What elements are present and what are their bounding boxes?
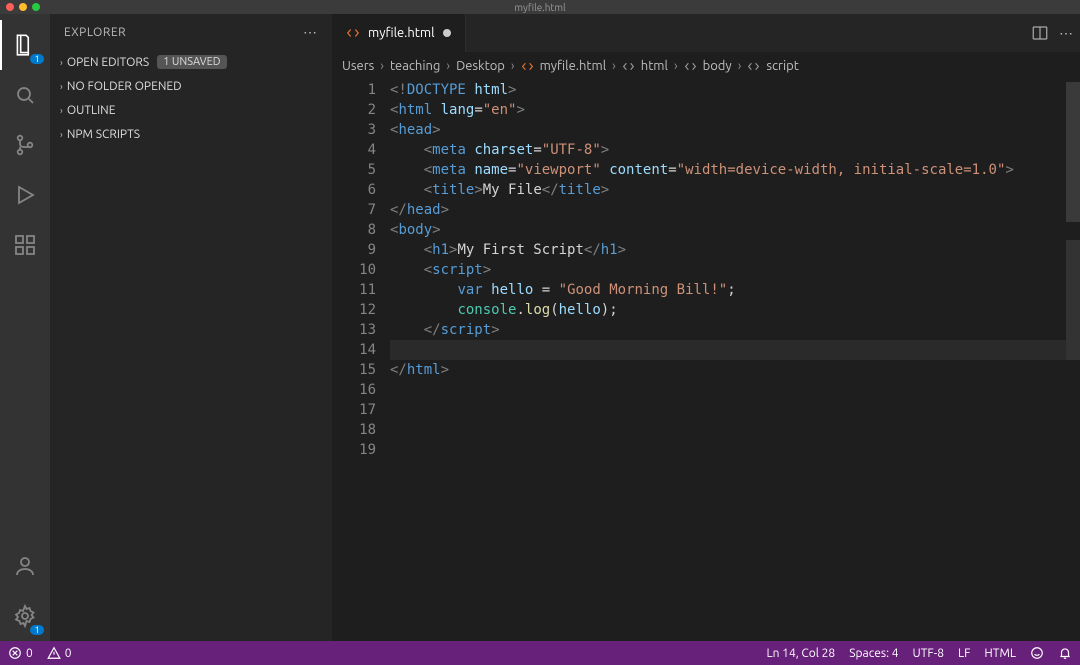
activity-settings-icon[interactable]: 1 [0, 591, 50, 641]
warnings-count: 0 [65, 647, 72, 660]
section-open-editors[interactable]: › OPEN EDITORS 1 UNSAVED [50, 50, 332, 74]
explorer-badge: 1 [30, 54, 44, 64]
tab-bar: myfile.html ⋯ [332, 14, 1080, 52]
errors-count: 0 [26, 647, 33, 660]
window-titlebar: myfile.html [0, 0, 1080, 14]
editor-area: myfile.html ⋯ Users › teaching › Desktop… [332, 14, 1080, 641]
section-no-folder-opened[interactable]: › NO FOLDER OPENED [50, 74, 332, 98]
status-eol[interactable]: LF [958, 647, 970, 660]
activity-extensions-icon[interactable] [0, 220, 50, 270]
section-npm-scripts[interactable]: › NPM SCRIPTS [50, 122, 332, 146]
status-encoding[interactable]: UTF-8 [913, 647, 944, 660]
explorer-title: EXPLORER [64, 26, 126, 39]
open-editors-label: OPEN EDITORS [67, 56, 149, 69]
status-notifications-icon[interactable] [1058, 646, 1072, 660]
chevron-right-icon: › [60, 57, 63, 68]
activity-source-control-icon[interactable] [0, 120, 50, 170]
window-title: myfile.html [0, 2, 1080, 13]
chevron-right-icon: › [380, 59, 384, 73]
editor-scrollbar[interactable] [1066, 80, 1080, 641]
status-language[interactable]: HTML [984, 647, 1016, 660]
unsaved-pill: 1 UNSAVED [157, 55, 226, 69]
chevron-right-icon: › [60, 81, 63, 92]
status-errors[interactable]: 0 [8, 646, 33, 660]
status-ln-col[interactable]: Ln 14, Col 28 [766, 647, 835, 660]
crumb-desktop[interactable]: Desktop [456, 59, 505, 73]
status-feedback-icon[interactable] [1030, 646, 1044, 660]
editor-more-icon[interactable]: ⋯ [1059, 25, 1074, 42]
chevron-right-icon: › [60, 129, 63, 140]
no-folder-label: NO FOLDER OPENED [67, 80, 182, 93]
settings-badge: 1 [30, 625, 44, 635]
html-file-icon [521, 60, 534, 73]
explorer-more-icon[interactable]: ⋯ [303, 24, 318, 41]
activity-explorer-icon[interactable]: 1 [0, 20, 50, 70]
crumb-file[interactable]: myfile.html [540, 59, 607, 73]
activity-search-icon[interactable] [0, 70, 50, 120]
status-warnings[interactable]: 0 [47, 646, 72, 660]
symbol-icon [684, 60, 697, 73]
symbol-icon [622, 60, 635, 73]
crumb-body[interactable]: body [703, 59, 732, 73]
crumb-script[interactable]: script [766, 59, 799, 73]
tab-myfile[interactable]: myfile.html [332, 14, 466, 52]
section-outline[interactable]: › OUTLINE [50, 98, 332, 122]
breadcrumb[interactable]: Users › teaching › Desktop › myfile.html… [332, 52, 1080, 80]
chevron-right-icon: › [738, 59, 742, 73]
status-bar: 0 0 Ln 14, Col 28 Spaces: 4 UTF-8 LF HTM… [0, 641, 1080, 665]
explorer-header: EXPLORER ⋯ [50, 14, 332, 50]
split-editor-icon[interactable] [1031, 24, 1049, 42]
chevron-right-icon: › [511, 59, 515, 73]
activity-run-debug-icon[interactable] [0, 170, 50, 220]
code-editor[interactable]: 12345678910111213141516171819 <!DOCTYPE … [332, 80, 1080, 641]
crumb-teaching[interactable]: teaching [390, 59, 440, 73]
chevron-right-icon: › [612, 59, 616, 73]
tab-label: myfile.html [368, 26, 435, 40]
status-spaces[interactable]: Spaces: 4 [849, 647, 898, 660]
symbol-icon [747, 60, 760, 73]
code-content[interactable]: <!DOCTYPE html><html lang="en"><head> <m… [390, 80, 1080, 641]
chevron-right-icon: › [446, 59, 450, 73]
html-file-icon [346, 26, 360, 40]
dirty-indicator-icon [443, 29, 451, 37]
crumb-html[interactable]: html [641, 59, 668, 73]
line-number-gutter: 12345678910111213141516171819 [332, 80, 390, 641]
activity-account-icon[interactable] [0, 541, 50, 591]
chevron-right-icon: › [60, 105, 63, 116]
activity-bar: 1 1 [0, 14, 50, 641]
crumb-users[interactable]: Users [342, 59, 374, 73]
chevron-right-icon: › [674, 59, 678, 73]
explorer-sidebar: EXPLORER ⋯ › OPEN EDITORS 1 UNSAVED › NO… [50, 14, 332, 641]
outline-label: OUTLINE [67, 104, 116, 117]
npm-scripts-label: NPM SCRIPTS [67, 128, 140, 141]
